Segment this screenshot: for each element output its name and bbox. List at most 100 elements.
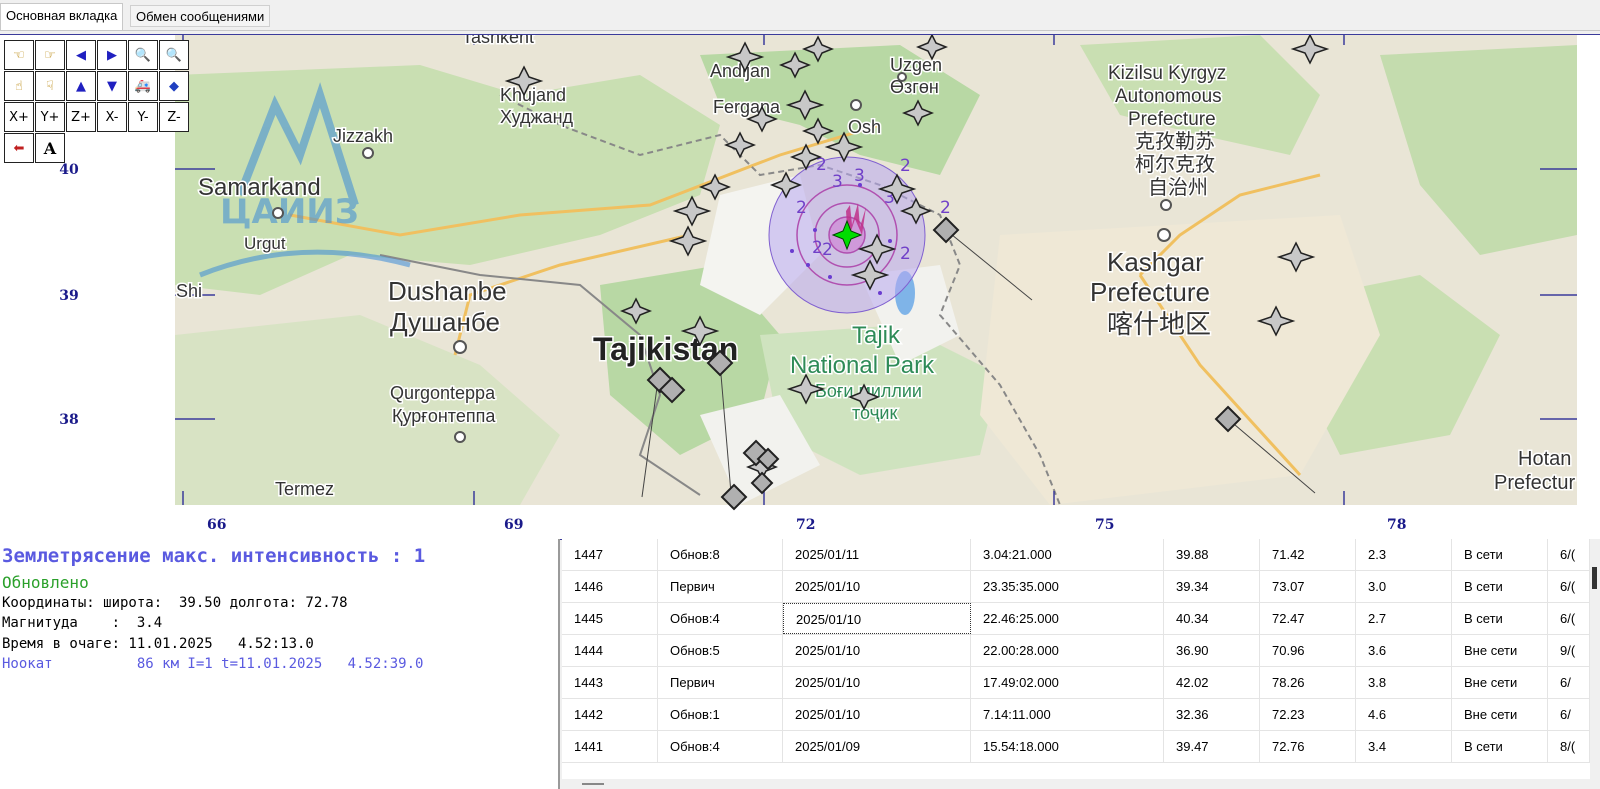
cell-date-selected[interactable]: 2025/01/10	[783, 603, 971, 634]
z-minus-button[interactable]: Z-	[159, 102, 189, 132]
cell-date[interactable]: 2025/01/10	[783, 667, 971, 698]
zoom-in-icon[interactable]: 🔍	[159, 40, 189, 70]
arrow-left-icon[interactable]: ◀	[66, 40, 96, 70]
cell-time[interactable]: 7.14:11.000	[971, 699, 1164, 730]
text-tool-icon[interactable]: A	[35, 133, 65, 163]
table-horizontal-scrollbar[interactable]	[562, 779, 1600, 789]
cell-id[interactable]: 1445	[562, 603, 658, 634]
cell-date[interactable]: 2025/01/10	[783, 699, 971, 730]
cell-lon[interactable]: 71.42	[1260, 539, 1356, 570]
cell-time[interactable]: 22.46:25.000	[971, 603, 1164, 634]
cell-lon[interactable]: 73.07	[1260, 571, 1356, 602]
cell-extra[interactable]: 9/(	[1548, 635, 1590, 666]
table-row[interactable]: 1441 Обнов:4 2025/01/09 15.54:18.000 39.…	[562, 731, 1590, 763]
vehicle-icon[interactable]: 🚑	[128, 71, 158, 101]
station-info[interactable]: Ноокат 86 км I=1 t=11.01.2025 4.52:39.0	[2, 656, 423, 672]
cell-lat[interactable]: 32.36	[1164, 699, 1260, 730]
x-plus-button[interactable]: X+	[4, 102, 34, 132]
tab-messages[interactable]: Обмен сообщениями	[130, 5, 271, 27]
table-row[interactable]: 1445 Обнов:4 2025/01/10 22.46:25.000 40.…	[562, 603, 1590, 635]
table-row[interactable]: 1443 Первич 2025/01/10 17.49:02.000 42.0…	[562, 667, 1590, 699]
cell-id[interactable]: 1441	[562, 731, 658, 762]
cell-lon[interactable]: 72.76	[1260, 731, 1356, 762]
cell-network[interactable]: Вне сети	[1452, 699, 1548, 730]
cell-time[interactable]: 15.54:18.000	[971, 731, 1164, 762]
cell-magnitude[interactable]: 2.7	[1356, 603, 1452, 634]
table-row[interactable]: 1442 Обнов:1 2025/01/10 7.14:11.000 32.3…	[562, 699, 1590, 731]
cell-time[interactable]: 23.35:35.000	[971, 571, 1164, 602]
cell-date[interactable]: 2025/01/10	[783, 571, 971, 602]
cell-extra[interactable]: 6/	[1548, 699, 1590, 730]
back-arrow-icon[interactable]: ⬅	[4, 133, 34, 163]
cell-extra[interactable]: 6/(	[1548, 571, 1590, 602]
cell-magnitude[interactable]: 3.8	[1356, 667, 1452, 698]
cell-magnitude[interactable]: 4.6	[1356, 699, 1452, 730]
cell-network[interactable]: В сети	[1452, 539, 1548, 570]
cell-type[interactable]: Обнов:4	[658, 603, 783, 634]
hand-down-icon[interactable]: ☟	[35, 71, 65, 101]
y-plus-button[interactable]: Y+	[35, 102, 65, 132]
table-row[interactable]: 1447 Обнов:8 2025/01/11 3.04:21.000 39.8…	[562, 539, 1590, 571]
cell-lon[interactable]: 72.23	[1260, 699, 1356, 730]
cell-date[interactable]: 2025/01/10	[783, 635, 971, 666]
cell-magnitude[interactable]: 3.0	[1356, 571, 1452, 602]
cell-lat[interactable]: 39.47	[1164, 731, 1260, 762]
cell-lat[interactable]: 39.34	[1164, 571, 1260, 602]
cell-network[interactable]: Вне сети	[1452, 667, 1548, 698]
cell-date[interactable]: 2025/01/11	[783, 539, 971, 570]
pan-left-hand-icon[interactable]: ☜	[4, 40, 34, 70]
arrow-up-icon[interactable]: ▲	[66, 71, 96, 101]
pan-right-hand-icon[interactable]: ☞	[35, 40, 65, 70]
cell-lon[interactable]: 78.26	[1260, 667, 1356, 698]
hand-up-icon[interactable]: ☝	[4, 71, 34, 101]
cell-network[interactable]: Вне сети	[1452, 635, 1548, 666]
cell-magnitude[interactable]: 3.4	[1356, 731, 1452, 762]
cell-type[interactable]: Первич	[658, 667, 783, 698]
cell-lat[interactable]: 40.34	[1164, 603, 1260, 634]
cell-network[interactable]: В сети	[1452, 603, 1548, 634]
cell-extra[interactable]: 6/	[1548, 667, 1590, 698]
arrow-right-icon[interactable]: ▶	[97, 40, 127, 70]
z-plus-button[interactable]: Z+	[66, 102, 96, 132]
cell-magnitude[interactable]: 3.6	[1356, 635, 1452, 666]
map-view[interactable]: ЦАИИЗ Tashkent Andijan Uzgen Өзгөн Khuja…	[0, 34, 1600, 540]
events-table[interactable]: 1447 Обнов:8 2025/01/11 3.04:21.000 39.8…	[562, 539, 1590, 779]
cell-network[interactable]: В сети	[1452, 731, 1548, 762]
y-minus-button[interactable]: Y-	[128, 102, 158, 132]
x-minus-button[interactable]: X-	[97, 102, 127, 132]
cell-lon[interactable]: 72.47	[1260, 603, 1356, 634]
cell-date[interactable]: 2025/01/09	[783, 731, 971, 762]
table-row[interactable]: 1444 Обнов:5 2025/01/10 22.00:28.000 36.…	[562, 635, 1590, 667]
cell-time[interactable]: 22.00:28.000	[971, 635, 1164, 666]
cell-id[interactable]: 1444	[562, 635, 658, 666]
cell-extra[interactable]: 6/(	[1548, 603, 1590, 634]
cell-time[interactable]: 17.49:02.000	[971, 667, 1164, 698]
cell-id[interactable]: 1442	[562, 699, 658, 730]
cell-lat[interactable]: 42.02	[1164, 667, 1260, 698]
cell-id[interactable]: 1443	[562, 667, 658, 698]
cell-extra[interactable]: 8/(	[1548, 731, 1590, 762]
cell-type[interactable]: Первич	[658, 571, 783, 602]
cell-id[interactable]: 1446	[562, 571, 658, 602]
table-row[interactable]: 1446 Первич 2025/01/10 23.35:35.000 39.3…	[562, 571, 1590, 603]
cell-id[interactable]: 1447	[562, 539, 658, 570]
cell-magnitude[interactable]: 2.3	[1356, 539, 1452, 570]
cell-extra[interactable]: 6/(	[1548, 539, 1590, 570]
cell-type[interactable]: Обнов:5	[658, 635, 783, 666]
cell-type[interactable]: Обнов:1	[658, 699, 783, 730]
zoom-out-icon[interactable]: 🔍	[128, 40, 158, 70]
tab-main[interactable]: Основная вкладка	[0, 3, 124, 30]
cell-lat[interactable]: 39.88	[1164, 539, 1260, 570]
scrollbar-thumb[interactable]	[1592, 567, 1597, 589]
arrow-down-icon[interactable]: ▼	[97, 71, 127, 101]
eraser-icon[interactable]: ◆	[159, 71, 189, 101]
cell-type[interactable]: Обнов:4	[658, 731, 783, 762]
scrollbar-thumb[interactable]	[582, 783, 604, 785]
event-time: Время в очаге: 11.01.2025 4.52:13.0	[2, 636, 314, 652]
table-vertical-scrollbar[interactable]	[1590, 539, 1600, 779]
cell-type[interactable]: Обнов:8	[658, 539, 783, 570]
cell-lon[interactable]: 70.96	[1260, 635, 1356, 666]
cell-time[interactable]: 3.04:21.000	[971, 539, 1164, 570]
cell-network[interactable]: В сети	[1452, 571, 1548, 602]
cell-lat[interactable]: 36.90	[1164, 635, 1260, 666]
